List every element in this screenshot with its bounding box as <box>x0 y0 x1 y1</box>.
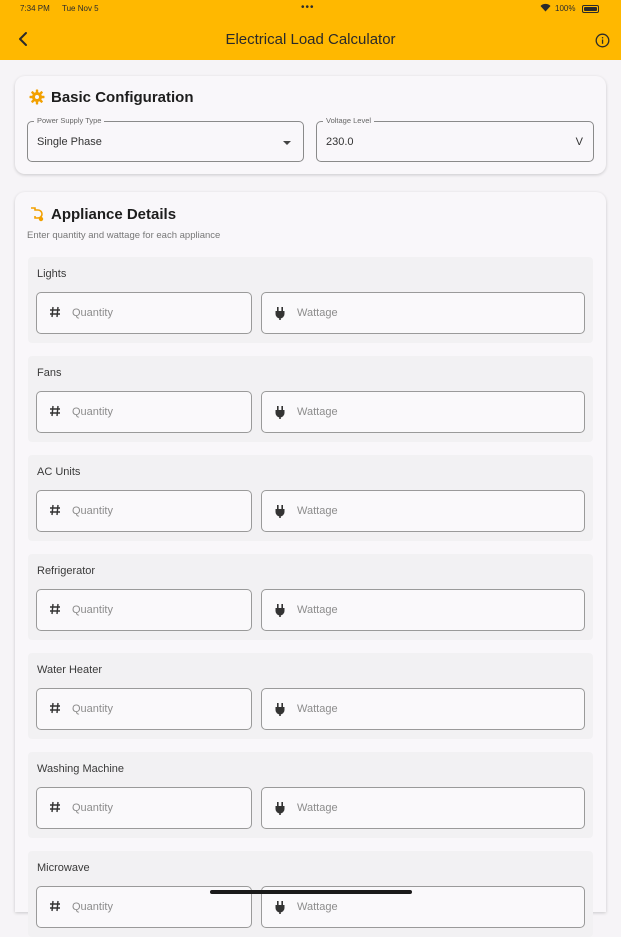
power-plug-icon <box>273 801 287 815</box>
quantity-placeholder: Quantity <box>72 406 113 418</box>
wattage-placeholder: Wattage <box>297 802 338 814</box>
power-plug-icon <box>273 504 287 518</box>
wattage-placeholder: Wattage <box>297 505 338 517</box>
appliance-row-washing-machine: Washing Machine Quantity Wattage <box>28 752 593 838</box>
power-plug-icon <box>273 603 287 617</box>
hash-icon <box>48 900 62 914</box>
wattage-placeholder: Wattage <box>297 406 338 418</box>
status-time: 7:34 PM <box>20 4 50 13</box>
quantity-input-refrigerator[interactable]: Quantity <box>36 589 252 631</box>
gear-icon <box>29 89 45 105</box>
wifi-icon <box>540 3 551 14</box>
quantity-placeholder: Quantity <box>72 802 113 814</box>
hash-icon <box>48 702 62 716</box>
appliance-plug-icon <box>31 207 44 222</box>
power-supply-type-dropdown[interactable]: Power Supply Type Single Phase <box>27 116 304 162</box>
wattage-placeholder: Wattage <box>297 703 338 715</box>
dropdown-arrow-icon <box>283 141 291 145</box>
appliance-row-refrigerator: Refrigerator Quantity Wattage <box>28 554 593 640</box>
multitasking-dots-icon[interactable]: ••• <box>301 2 315 13</box>
power-plug-icon <box>273 702 287 716</box>
quantity-placeholder: Quantity <box>72 307 113 319</box>
appliance-name: Microwave <box>37 862 90 874</box>
quantity-input-ac-units[interactable]: Quantity <box>36 490 252 532</box>
basic-configuration-card: Basic Configuration Power Supply Type Si… <box>15 76 606 174</box>
quantity-placeholder: Quantity <box>72 901 113 913</box>
appliance-row-water-heater: Water Heater Quantity Wattage <box>28 653 593 739</box>
appliance-name: Fans <box>37 367 62 379</box>
appliance-name: AC Units <box>37 466 81 478</box>
voltage-unit: V <box>575 136 583 148</box>
app-bar: 7:34 PM Tue Nov 5 ••• 100% Electrical Lo… <box>0 0 621 60</box>
wattage-placeholder: Wattage <box>297 307 338 319</box>
quantity-placeholder: Quantity <box>72 703 113 715</box>
wattage-input-water-heater[interactable]: Wattage <box>261 688 585 730</box>
appliance-name: Washing Machine <box>37 763 125 775</box>
wattage-input-washing-machine[interactable]: Wattage <box>261 787 585 829</box>
voltage-level-value: 230.0 <box>326 136 354 148</box>
basic-configuration-title: Basic Configuration <box>51 89 194 106</box>
appliance-row-ac-units: AC Units Quantity Wattage <box>28 455 593 541</box>
status-bar: 7:34 PM Tue Nov 5 ••• 100% <box>0 2 621 17</box>
battery-icon <box>582 5 599 13</box>
power-supply-type-label: Power Supply Type <box>34 116 105 125</box>
power-plug-icon <box>273 306 287 320</box>
appliance-row-lights: Lights Quantity Wattage <box>28 257 593 343</box>
page-title: Electrical Load Calculator <box>225 31 396 48</box>
appliance-details-title: Appliance Details <box>51 206 177 223</box>
quantity-input-lights[interactable]: Quantity <box>36 292 252 334</box>
wattage-input-ac-units[interactable]: Wattage <box>261 490 585 532</box>
hash-icon <box>48 405 62 419</box>
appliance-row-fans: Fans Quantity Wattage <box>28 356 593 442</box>
voltage-level-field[interactable]: Voltage Level 230.0 V <box>316 116 594 162</box>
power-plug-icon <box>273 405 287 419</box>
quantity-placeholder: Quantity <box>72 505 113 517</box>
info-icon <box>595 33 609 47</box>
quantity-placeholder: Quantity <box>72 604 113 616</box>
wattage-input-lights[interactable]: Wattage <box>261 292 585 334</box>
hash-icon <box>48 603 62 617</box>
hash-icon <box>48 504 62 518</box>
appliance-name: Lights <box>37 268 67 280</box>
quantity-input-washing-machine[interactable]: Quantity <box>36 787 252 829</box>
appliance-details-card: Appliance Details Enter quantity and wat… <box>15 192 606 937</box>
status-date: Tue Nov 5 <box>62 4 99 13</box>
home-indicator[interactable] <box>210 890 412 894</box>
quantity-input-water-heater[interactable]: Quantity <box>36 688 252 730</box>
quantity-input-fans[interactable]: Quantity <box>36 391 252 433</box>
battery-percent: 100% <box>555 4 576 13</box>
hash-icon <box>48 801 62 815</box>
info-button[interactable] <box>592 30 612 50</box>
voltage-level-label: Voltage Level <box>323 116 375 125</box>
appliance-name: Water Heater <box>37 664 103 676</box>
wattage-placeholder: Wattage <box>297 604 338 616</box>
appliance-details-subtitle: Enter quantity and wattage for each appl… <box>27 230 221 241</box>
wattage-input-refrigerator[interactable]: Wattage <box>261 589 585 631</box>
power-supply-type-value: Single Phase <box>37 136 102 148</box>
appliance-name: Refrigerator <box>37 565 96 577</box>
wattage-placeholder: Wattage <box>297 901 338 913</box>
power-plug-icon <box>273 900 287 914</box>
wattage-input-fans[interactable]: Wattage <box>261 391 585 433</box>
hash-icon <box>48 306 62 320</box>
appliance-row-microwave: Microwave Quantity Wattage <box>28 851 593 937</box>
